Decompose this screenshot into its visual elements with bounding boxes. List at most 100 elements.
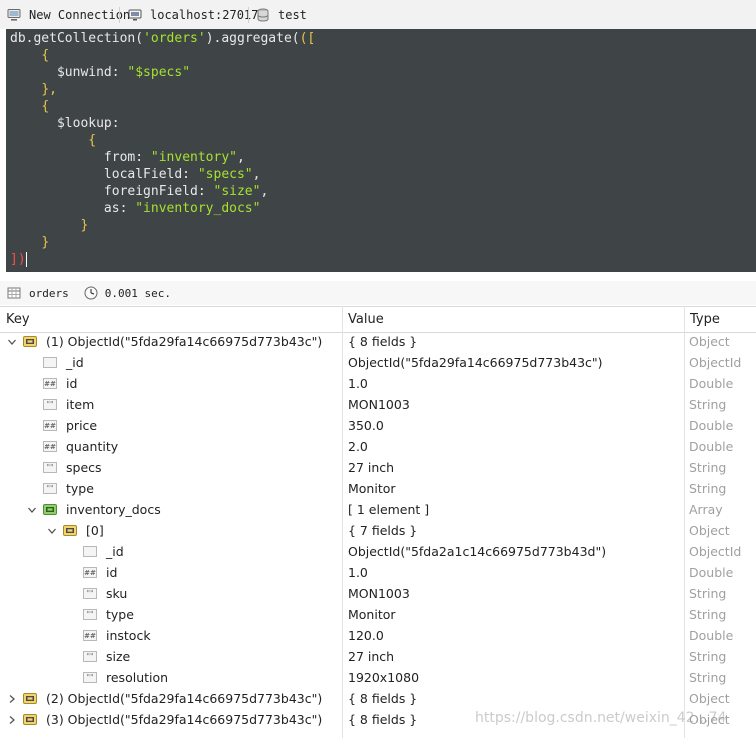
tree-row[interactable]: inventory_docs [ 1 element ] Array xyxy=(0,499,756,520)
value-column-header[interactable]: Value xyxy=(342,307,384,332)
field-key: item xyxy=(66,397,95,412)
computer-icon xyxy=(7,8,21,21)
field-value: { 8 fields } xyxy=(348,334,418,349)
connection-item[interactable]: New Connection xyxy=(7,0,130,29)
field-type: Double xyxy=(689,628,734,643)
code-line[interactable]: $unwind: "$specs" xyxy=(10,64,190,81)
code-line[interactable]: foreignField: "size", xyxy=(10,183,268,200)
field-key: type xyxy=(106,607,134,622)
field-value: { 8 fields } xyxy=(348,712,418,727)
field-type: Object xyxy=(689,334,730,349)
code-line[interactable]: localField: "specs", xyxy=(10,166,261,183)
collapse-chevron-icon[interactable] xyxy=(47,526,57,536)
code-token: foreignField: xyxy=(10,184,214,199)
field-type: Double xyxy=(689,418,734,433)
row-toggle[interactable] xyxy=(46,520,58,541)
key-column-header[interactable]: Key xyxy=(0,307,30,332)
number-icon: ## xyxy=(43,420,57,431)
tree-row[interactable]: ## id 1.0 Double xyxy=(0,562,756,583)
results-table-header: Key Value Type xyxy=(0,306,756,333)
code-token: $lookup: xyxy=(10,116,120,131)
database-name: test xyxy=(278,7,307,22)
tree-row[interactable]: "" item MON1003 String xyxy=(0,394,756,415)
tree-row[interactable]: (2) ObjectId("5fda29fa14c66975d773b43c")… xyxy=(0,688,756,709)
code-token: } xyxy=(80,218,89,233)
code-line[interactable]: from: "inventory", xyxy=(10,149,245,166)
query-editor[interactable]: db.getCollection('orders').aggregate(([ … xyxy=(6,29,756,272)
results-collection: orders xyxy=(29,286,69,300)
tree-row[interactable]: (1) ObjectId("5fda29fa14c66975d773b43c")… xyxy=(0,331,756,352)
code-line[interactable]: { xyxy=(10,98,49,115)
number-icon: ## xyxy=(83,567,97,578)
connection-bar: New Connection localhost:27017 test xyxy=(0,0,756,29)
field-type: String xyxy=(689,670,727,685)
svg-text:##: ## xyxy=(44,443,56,451)
code-line[interactable]: } xyxy=(10,217,88,234)
field-type: String xyxy=(689,481,727,496)
code-token: $unwind: xyxy=(10,65,128,80)
svg-text:"": "" xyxy=(86,589,93,598)
tree-row[interactable]: ## id 1.0 Double xyxy=(0,373,756,394)
code-line[interactable]: ]) xyxy=(10,251,27,268)
code-line[interactable]: { xyxy=(10,47,49,64)
type-column-header[interactable]: Type xyxy=(684,307,720,332)
code-line[interactable]: } xyxy=(10,234,49,251)
code-token: "size" xyxy=(213,184,261,199)
field-value: ObjectId("5fda2a1c14c66975d773b43d") xyxy=(348,544,607,559)
results-toolbar: orders 0.001 sec. xyxy=(0,281,756,305)
field-value: 27 inch xyxy=(348,460,395,475)
svg-text:##: ## xyxy=(84,569,96,577)
tree-row[interactable]: "" resolution 1920x1080 String xyxy=(0,667,756,688)
code-line[interactable]: { xyxy=(10,132,96,149)
tree-row[interactable]: ## price 350.0 Double xyxy=(0,415,756,436)
code-token: } xyxy=(41,235,50,250)
code-line[interactable]: as: "inventory_docs" xyxy=(10,200,261,217)
code-line[interactable]: db.getCollection('orders').aggregate(([ xyxy=(10,30,315,47)
field-type: Object xyxy=(689,691,730,706)
tree-row[interactable]: "" type Monitor String xyxy=(0,604,756,625)
object-icon xyxy=(23,693,37,704)
number-icon: ## xyxy=(83,630,97,641)
field-key: sku xyxy=(106,586,128,601)
expand-chevron-icon[interactable] xyxy=(7,694,17,704)
expand-chevron-icon[interactable] xyxy=(7,715,17,725)
tree-row[interactable]: _id ObjectId("5fda29fa14c66975d773b43c") O… xyxy=(0,352,756,373)
svg-text:"": "" xyxy=(46,463,53,472)
svg-text:##: ## xyxy=(84,632,96,640)
field-value: MON1003 xyxy=(348,397,410,412)
object-icon xyxy=(23,714,37,725)
field-type: ObjectId xyxy=(689,544,742,559)
database-item[interactable]: test xyxy=(256,0,307,29)
tree-row[interactable]: "" sku MON1003 String xyxy=(0,583,756,604)
string-icon: "" xyxy=(83,672,97,683)
field-key: price xyxy=(66,418,98,433)
table-icon[interactable] xyxy=(7,286,21,300)
row-toggle[interactable] xyxy=(6,688,18,709)
row-toggle[interactable] xyxy=(26,499,38,520)
row-toggle[interactable] xyxy=(6,709,18,730)
tree-row[interactable]: [0] { 7 fields } Object xyxy=(0,520,756,541)
field-value: 2.0 xyxy=(348,439,368,454)
collapse-chevron-icon[interactable] xyxy=(27,505,37,515)
field-key: (1) ObjectId("5fda29fa14c66975d773b43c") xyxy=(46,334,323,349)
code-token: { xyxy=(41,48,50,63)
tree-row[interactable]: "" size 27 inch String xyxy=(0,646,756,667)
row-toggle[interactable] xyxy=(6,331,18,352)
code-token: as: xyxy=(10,201,136,216)
divider xyxy=(119,7,120,23)
tree-row[interactable]: _id ObjectId("5fda2a1c14c66975d773b43d") O… xyxy=(0,541,756,562)
code-token: ([ xyxy=(299,31,316,46)
svg-text:"": "" xyxy=(86,610,93,619)
field-value: 120.0 xyxy=(348,628,384,643)
tree-row[interactable]: ## quantity 2.0 Double xyxy=(0,436,756,457)
tree-row[interactable]: "" type Monitor String xyxy=(0,478,756,499)
collapse-chevron-icon[interactable] xyxy=(7,337,17,347)
tree-row[interactable]: "" specs 27 inch String xyxy=(0,457,756,478)
code-token: "inventory" xyxy=(150,150,237,165)
code-line[interactable]: }, xyxy=(10,81,57,98)
tree-row[interactable]: ## instock 120.0 Double xyxy=(0,625,756,646)
server-item[interactable]: localhost:27017 xyxy=(128,0,258,29)
code-line[interactable]: $lookup: xyxy=(10,115,120,132)
